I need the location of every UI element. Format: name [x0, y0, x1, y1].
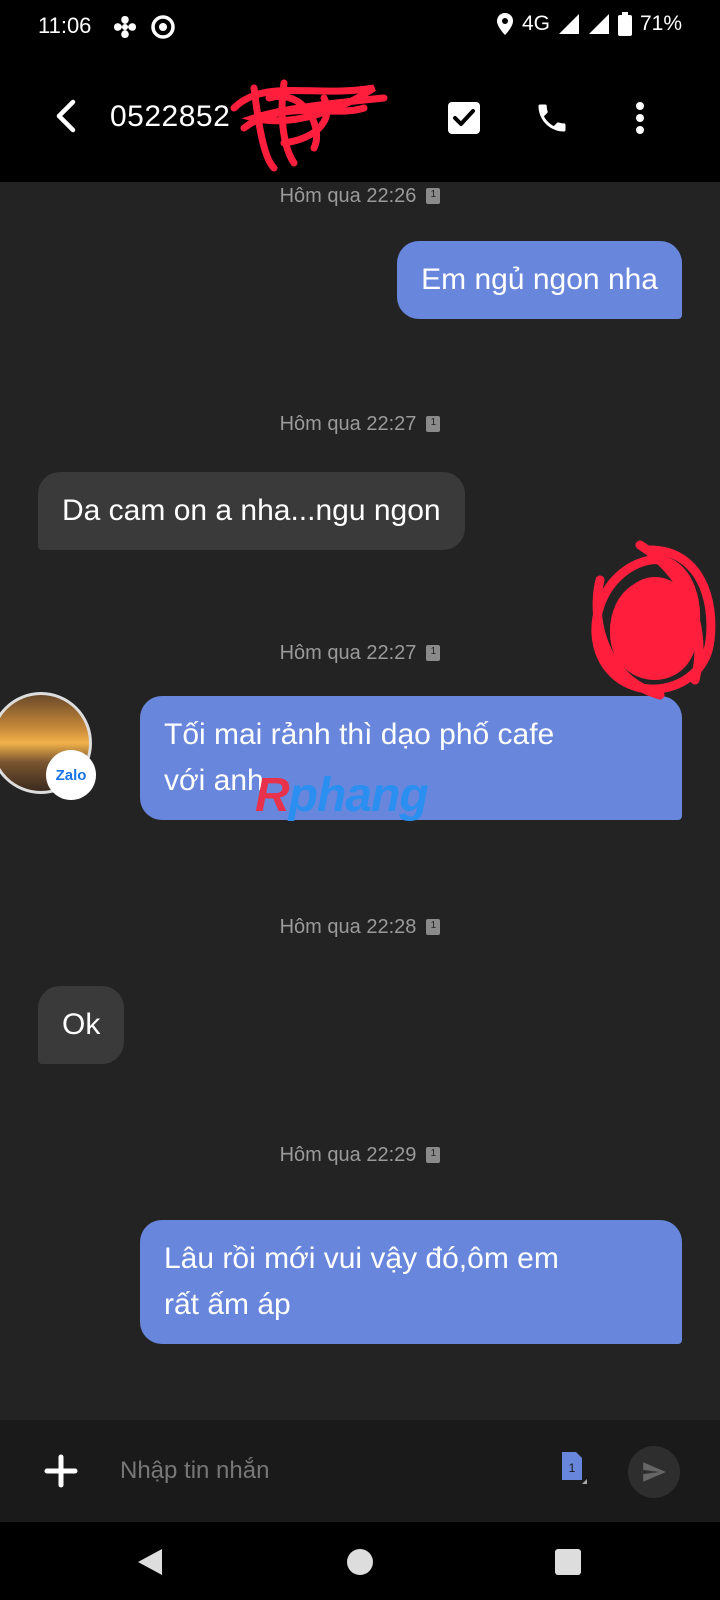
message-text-line: Tối mai rảnh thì dạo phố cafe	[164, 718, 555, 751]
zalo-badge: Zalo	[46, 750, 96, 800]
message-input[interactable]	[120, 1446, 520, 1496]
status-time: 11:06	[38, 13, 92, 38]
signal-icon	[558, 14, 579, 34]
more-options-button[interactable]	[616, 94, 664, 142]
select-button[interactable]	[440, 94, 488, 142]
nav-home-button[interactable]	[340, 1542, 380, 1582]
plus-icon	[44, 1454, 78, 1488]
sync-circle-icon	[151, 15, 175, 39]
message-timestamp: Hôm qua 22:26	[0, 185, 720, 208]
call-button[interactable]	[528, 94, 576, 142]
sim-card-icon	[426, 1147, 441, 1163]
svg-text:1: 1	[569, 1461, 576, 1475]
message-bubble-incoming[interactable]: Ok	[38, 986, 125, 1064]
redaction-scribble	[230, 79, 388, 172]
battery-icon	[617, 12, 632, 36]
message-timestamp: Hôm qua 22:29	[0, 1144, 720, 1167]
battery-level: 71%	[639, 12, 682, 35]
message-bubble-incoming[interactable]: Da cam on a nha...ngu ngon	[38, 472, 465, 550]
conversation-header: 0522852	[0, 56, 720, 182]
nav-recents-button[interactable]	[548, 1542, 588, 1582]
sim-card-icon	[426, 645, 441, 661]
message-composer: 1	[0, 1420, 720, 1522]
triangle-back-icon	[138, 1549, 162, 1575]
message-timestamp: Hôm qua 22:27	[0, 413, 720, 436]
message-bubble-outgoing[interactable]: Em ngủ ngon nha	[397, 241, 682, 319]
message-text: Da cam on a nha...ngu ngon	[62, 494, 441, 527]
location-icon	[496, 13, 513, 35]
phone-icon	[538, 104, 566, 132]
checkbox-icon	[448, 102, 480, 134]
message-timestamp: Hôm qua 22:28	[0, 916, 720, 939]
fan-icon	[114, 16, 136, 38]
contact-number[interactable]: 0522852	[110, 100, 230, 134]
message-bubble-outgoing[interactable]: Lâu rồi mới vui vậy đó,ôm em rất ấm áp	[140, 1220, 682, 1344]
message-text: Ok	[62, 1008, 101, 1041]
watermark: Rphang	[255, 769, 429, 822]
signal-icon-2	[588, 14, 609, 34]
sim-card-icon	[426, 188, 441, 204]
circle-home-icon	[347, 1549, 373, 1575]
network-type: 4G	[521, 12, 550, 35]
more-vert-icon	[636, 102, 644, 134]
status-right-icons: 4G 71%	[496, 12, 682, 36]
message-text-line: Lâu rồi mới vui vậy đó,ôm em	[164, 1242, 559, 1275]
square-recents-icon	[555, 1549, 581, 1575]
message-text: Em ngủ ngon nha	[421, 263, 658, 296]
sim-card-icon	[426, 416, 441, 432]
back-arrow-icon	[56, 99, 76, 133]
send-icon	[643, 1462, 666, 1482]
back-button[interactable]	[44, 94, 88, 138]
system-nav-bar	[0, 1522, 720, 1600]
attach-button[interactable]	[36, 1446, 86, 1496]
message-text-line: rất ấm áp	[164, 1288, 291, 1321]
status-bar: 11:06 4G 71%	[0, 0, 720, 56]
sim-card-icon	[426, 919, 441, 935]
sim-select-icon[interactable]: 1	[560, 1450, 588, 1488]
status-notification-icons	[112, 14, 176, 40]
send-button[interactable]	[628, 1446, 680, 1498]
nav-back-button[interactable]	[130, 1542, 170, 1582]
redaction-scribble	[591, 540, 716, 700]
